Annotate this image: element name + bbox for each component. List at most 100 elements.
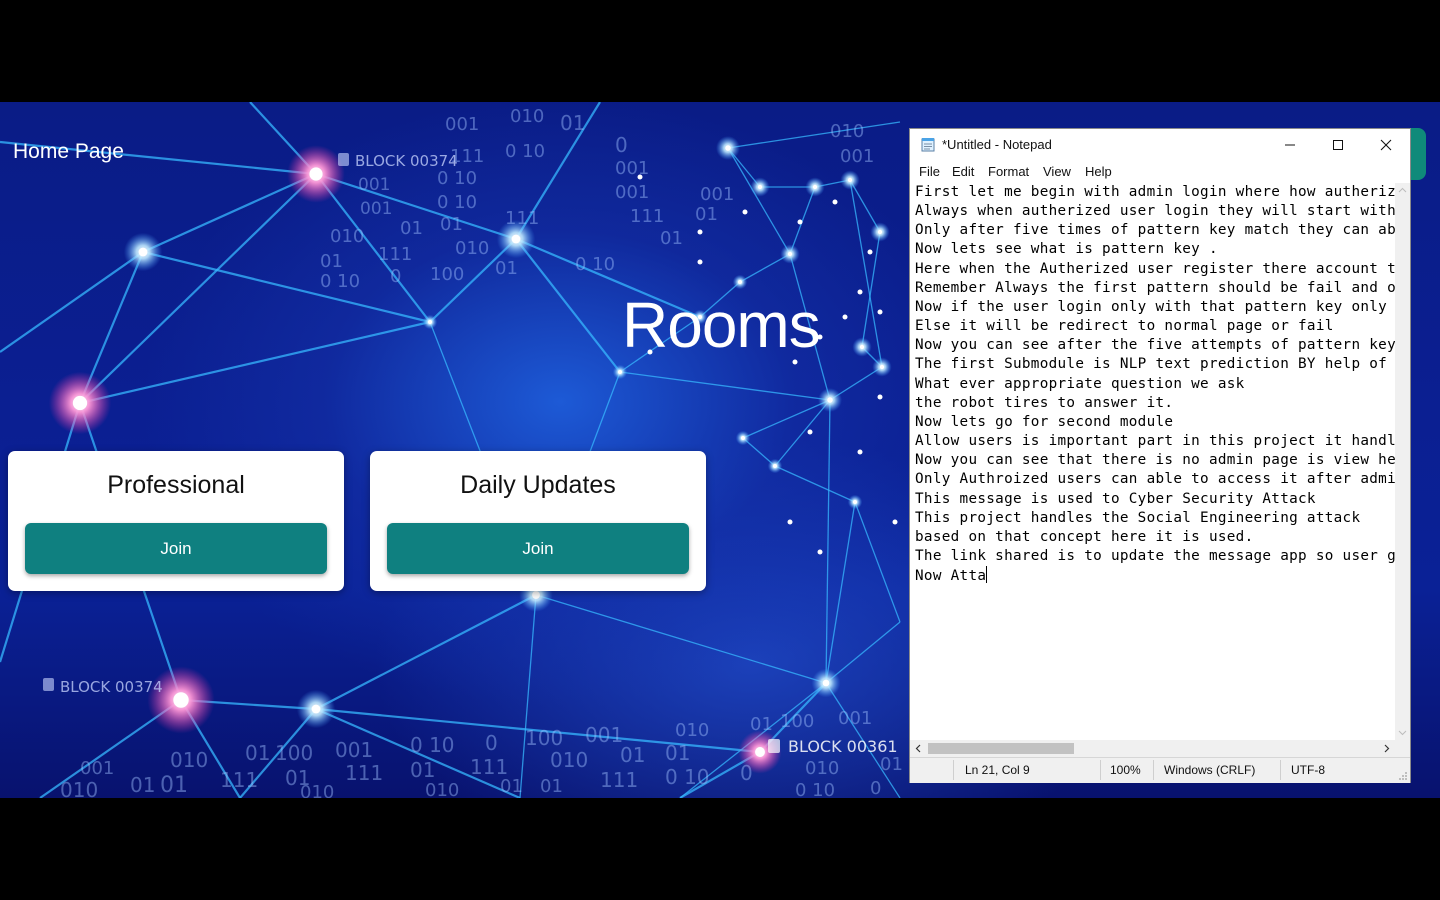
text-line[interactable]: based on that concept here it is used. [910,528,1396,547]
binary-digits: 100 [275,741,313,765]
binary-digits: 111 [345,761,383,785]
binary-digits: 001 [585,723,623,747]
binary-digits: 010 [805,758,839,779]
text-line[interactable]: the robot tires to answer it. [910,394,1396,413]
minimize-button[interactable] [1266,129,1314,161]
text-line[interactable]: What ever appropriate question we ask [910,375,1396,394]
text-line[interactable]: Always when autherized user login they w… [910,202,1396,221]
binary-digits: 010 [675,720,709,741]
close-icon [1380,139,1392,151]
text-line[interactable]: Now Atta [910,566,1396,586]
text-line[interactable]: The first Submodule is NLP text predicti… [910,355,1396,374]
scroll-up-icon[interactable] [1398,187,1407,193]
vertical-scrollbar[interactable] [1395,183,1410,740]
text-line[interactable]: Now if the user login only with that pat… [910,298,1396,317]
network-node [832,199,838,205]
network-line [854,501,901,623]
notepad-text-area[interactable]: First let me begin with admin login wher… [910,183,1396,740]
network-node [857,449,863,455]
binary-digits: 0 [390,266,401,287]
binary-digits: 001 [358,175,390,195]
network-line [315,594,537,710]
text-line[interactable]: Only Authroized users can able to access… [910,470,1396,489]
binary-digits: 0 10 [437,168,477,189]
binary-digits: 01 [400,218,423,239]
network-line [79,320,431,405]
text-line[interactable]: The link shared is to update the message… [910,547,1396,566]
notepad-titlebar[interactable]: *Untitled - Notepad [910,129,1410,161]
network-node [741,436,745,440]
menu-help[interactable]: Help [1085,164,1112,179]
text-line[interactable]: Allow users is important part in this pr… [910,432,1396,451]
network-line [79,173,317,404]
binary-digits: 01 [665,741,690,765]
network-node [812,184,818,190]
binary-digits: 010 [510,106,544,127]
binary-digits: 010 [300,782,334,798]
network-node [755,747,765,757]
menu-file[interactable]: File [919,164,940,179]
block-label: BLOCK 00374 [60,678,163,696]
text-line[interactable]: This project handles the Social Engineer… [910,509,1396,528]
binary-digits: 0 10 [665,765,710,789]
encoding: UTF-8 [1291,763,1325,777]
text-line[interactable]: This message is used to Cyber Security A… [910,490,1396,509]
text-line[interactable]: Now lets go for second module [910,413,1396,432]
notepad-app-icon [921,138,935,152]
binary-digits: 010 [830,121,864,142]
text-line[interactable]: Now you can see after the five attempts … [910,336,1396,355]
network-node [173,692,189,708]
text-line[interactable]: Else it will be redirect to normal page … [910,317,1396,336]
binary-digits: 01 [620,743,645,767]
join-daily-updates-button[interactable]: Join [387,523,689,574]
binary-digits: 0 [485,731,498,755]
text-line[interactable]: Now you can see that there is no admin p… [910,451,1396,470]
zoom-level: 100% [1110,763,1141,777]
scroll-right-icon[interactable] [1384,744,1390,753]
network-node [511,234,521,244]
binary-digits: 001 [615,158,649,179]
notepad-window: *Untitled - Notepad File Edit Format Vie… [909,128,1411,783]
network-node [618,370,622,374]
binary-digits: 0 [870,778,881,798]
binary-digits: 001 [838,708,872,729]
menu-edit[interactable]: Edit [952,164,974,179]
network-node [787,251,793,257]
maximize-button[interactable] [1314,129,1362,161]
notepad-window-title: *Untitled - Notepad [942,137,1052,152]
binary-digits: 01 [500,776,523,797]
network-node [857,289,863,295]
rooms-heading: Rooms [622,289,821,361]
network-node [879,364,885,370]
text-line[interactable]: Only after five times of pattern key mat… [910,221,1396,240]
text-line[interactable]: Here when the Autherized user register t… [910,260,1396,279]
binary-digits: 001 [615,182,649,203]
horizontal-scroll-thumb[interactable] [928,743,1074,754]
binary-digits: 100 [525,726,563,750]
binary-digits: 111 [600,768,638,792]
binary-digits: 01 [695,204,718,225]
text-line[interactable]: Now lets see what is pattern key . [910,240,1396,259]
text-line[interactable]: Remember Always the first pattern should… [910,279,1396,298]
join-professional-button[interactable]: Join [25,523,327,574]
network-node [697,259,703,265]
scroll-down-icon[interactable] [1398,730,1407,736]
scroll-left-icon[interactable] [915,744,921,753]
home-page-title[interactable]: Home Page [13,140,124,164]
close-button[interactable] [1362,129,1410,161]
resize-grip-icon[interactable] [1398,771,1408,781]
minimize-icon [1285,144,1295,146]
network-node [807,429,813,435]
menu-view[interactable]: View [1043,164,1071,179]
text-line[interactable]: First let me begin with admin login wher… [910,183,1396,202]
block-label: BLOCK 00374 [355,152,458,170]
menu-format[interactable]: Format [988,164,1029,179]
horizontal-scrollbar[interactable] [910,740,1396,757]
network-node [892,519,898,525]
status-divider [953,760,954,780]
network-node [742,209,748,215]
binary-digits: 001 [445,114,479,135]
notepad-menubar: File Edit Format View Help [910,161,1410,183]
status-divider [1100,760,1101,780]
binary-digits: 01 [560,111,585,135]
